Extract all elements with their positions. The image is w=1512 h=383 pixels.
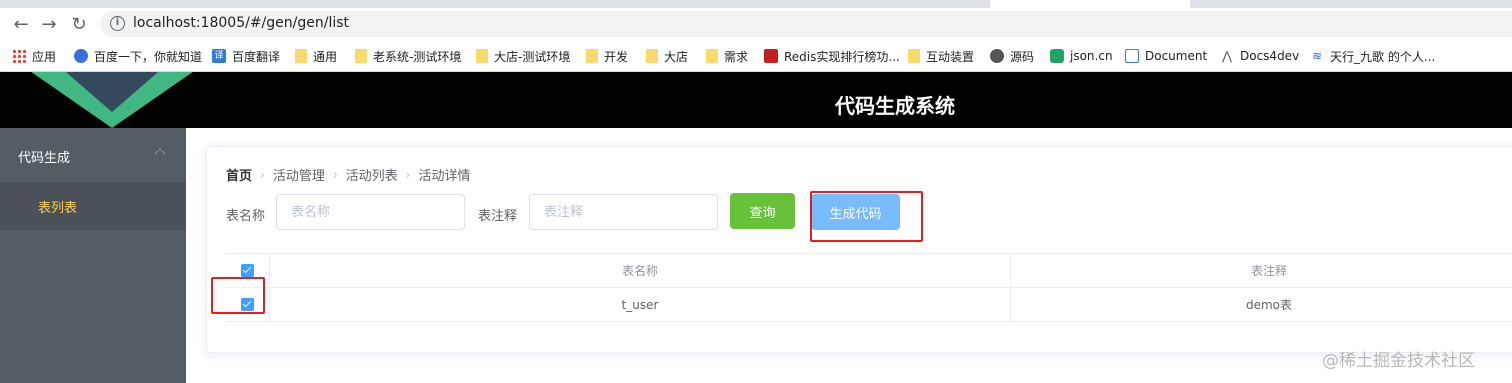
watermark: @稀土掘金技术社区 [1322, 351, 1475, 371]
folder-icon [908, 49, 920, 63]
address-url[interactable]: localhost:18005/#/gen/gen/list [133, 15, 349, 31]
folder-icon [355, 49, 367, 63]
baidu-paw-icon [74, 49, 88, 63]
cell-table-comment: demo表 [1245, 298, 1293, 312]
document-icon [1125, 49, 1139, 63]
bookmark-folder-dadian[interactable]: 大店 [646, 47, 688, 65]
bookmark-tianxing[interactable]: ≋ 天行_九歌 的个人... [1310, 47, 1435, 65]
reload-icon[interactable]: ↻ [68, 13, 90, 35]
table-name-input[interactable] [276, 194, 465, 230]
bookmark-json[interactable]: json.cn [1050, 47, 1113, 65]
breadcrumb-home[interactable]: 首页 [226, 165, 252, 184]
table-name-label: 表名称 [226, 209, 266, 224]
bookmark-source[interactable]: 源码 [990, 47, 1034, 65]
breadcrumb: 首页 › 活动管理 › 活动列表 › 活动详情 [226, 165, 471, 185]
browser-tab-strip [0, 0, 1512, 8]
json-icon [1050, 49, 1064, 63]
sidebar-item-table-list[interactable]: 表列表 [0, 182, 186, 230]
docs4dev-icon: ⋀ [1222, 49, 1232, 63]
column-header-table-name: 表名称 [270, 254, 1011, 287]
translate-icon: 译 [212, 49, 226, 63]
sidebar-item-label: 表列表 [38, 201, 78, 216]
bookmark-docs4dev[interactable]: ⋀ Docs4dev [1220, 47, 1299, 65]
table-row[interactable]: t_user demo表 [226, 288, 1512, 322]
forward-arrow-icon[interactable]: → [38, 13, 60, 35]
bookmark-folder-interactive[interactable]: 互动装置 [908, 47, 974, 65]
bookmark-document[interactable]: Document [1125, 47, 1207, 65]
chevron-right-icon: › [332, 167, 338, 182]
back-arrow-icon[interactable]: ← [10, 13, 32, 35]
table-comment-input[interactable] [529, 194, 718, 230]
table-comment-label: 表注释 [478, 209, 518, 224]
bookmark-apps[interactable]: 应用 [12, 47, 56, 65]
cell-table-name: t_user [270, 288, 1011, 321]
app-title: 代码生成系统 [835, 94, 955, 118]
sidebar: 代码生成 表列表 [0, 128, 186, 383]
browser-toolbar: ← → ↻ i localhost:18005/#/gen/gen/list [0, 8, 1512, 40]
header-checkbox-cell [226, 254, 270, 287]
url-path: /#/gen/gen/list [245, 15, 350, 31]
chevron-up-icon [154, 148, 166, 160]
folder-icon [476, 49, 488, 63]
bookmark-folder-dadian-test[interactable]: 大店-测试环境 [476, 47, 570, 65]
generate-code-button[interactable]: 生成代码 [811, 194, 900, 230]
bookmark-folder-dev[interactable]: 开发 [586, 47, 628, 65]
breadcrumb-activity-list[interactable]: 活动列表 [346, 165, 398, 184]
bookmark-folder-old-system[interactable]: 老系统-测试环境 [355, 47, 461, 65]
breadcrumb-activity-management[interactable]: 活动管理 [273, 165, 325, 184]
redis-icon [764, 49, 778, 63]
folder-icon [295, 49, 307, 63]
active-tab[interactable] [990, 0, 1190, 8]
apps-grid-icon [12, 49, 26, 63]
select-all-checkbox[interactable] [241, 264, 254, 277]
site-info-icon[interactable]: i [110, 16, 125, 31]
row-checkbox-cell [226, 288, 270, 321]
content-card: 首页 › 活动管理 › 活动列表 › 活动详情 表名称 表注释 查询 生成代码 … [206, 146, 1512, 353]
bookmarks-bar: 应用 百度一下，你就知道 译百度翻译 通用 老系统-测试环境 大店-测试环境 开… [0, 40, 1512, 72]
tianxing-icon: ≋ [1311, 49, 1323, 63]
bookmark-folder-requirements[interactable]: 需求 [706, 47, 748, 65]
query-button[interactable]: 查询 [730, 193, 795, 229]
chevron-right-icon: › [260, 167, 265, 182]
main-content: 首页 › 活动管理 › 活动列表 › 活动详情 表名称 表注释 查询 生成代码 … [186, 128, 1512, 383]
github-icon [990, 49, 1004, 63]
folder-icon [646, 49, 658, 63]
chevron-right-icon: › [405, 167, 411, 182]
table-header: 表名称 表注释 [226, 254, 1512, 288]
url-host: localhost:18005 [133, 15, 246, 31]
row-checkbox[interactable] [241, 298, 254, 311]
folder-icon [706, 49, 718, 63]
bookmark-folder-general[interactable]: 通用 [295, 47, 337, 65]
address-bar[interactable]: i localhost:18005/#/gen/gen/list [100, 11, 1512, 37]
sidebar-group-label: 代码生成 [18, 151, 71, 166]
sidebar-group-codegen[interactable]: 代码生成 [0, 128, 186, 182]
breadcrumb-activity-detail: 活动详情 [418, 169, 471, 184]
tables-table: 表名称 表注释 t_user demo表 [226, 253, 1512, 322]
bookmark-redis[interactable]: Redis实现排行榜功... [764, 47, 900, 65]
column-header-table-comment: 表注释 [1250, 264, 1287, 278]
bookmark-baidu-translate[interactable]: 译百度翻译 [212, 47, 280, 65]
folder-icon [586, 49, 598, 63]
bookmark-baidu[interactable]: 百度一下，你就知道 [74, 47, 202, 65]
